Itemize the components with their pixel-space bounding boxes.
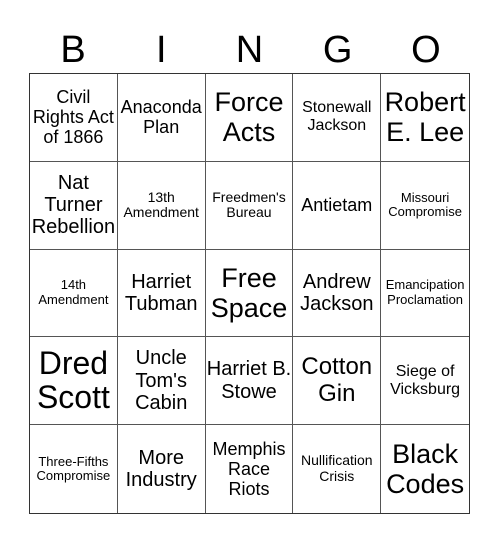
bingo-cell[interactable]: Stonewall Jackson: [293, 74, 382, 162]
bingo-cell[interactable]: Civil Rights Act of 1866: [30, 74, 118, 162]
bingo-cell[interactable]: Antietam: [293, 161, 382, 250]
bingo-cell[interactable]: Cotton Gin: [293, 337, 382, 426]
bingo-cell[interactable]: Freedmen's Bureau: [205, 161, 294, 250]
bingo-cell[interactable]: Anaconda Plan: [117, 74, 206, 162]
bingo-cell[interactable]: More Industry: [118, 425, 206, 513]
bingo-cell[interactable]: Siege of Vicksburg: [381, 337, 469, 426]
bingo-cell[interactable]: Harriet B. Stowe: [205, 337, 294, 426]
bingo-cell[interactable]: Three-Fifths Compromise: [30, 425, 118, 513]
bingo-cell[interactable]: Robert E. Lee: [381, 74, 469, 162]
bingo-cell[interactable]: 13th Amendment: [117, 161, 206, 250]
header-letter-i: I: [156, 29, 167, 71]
bingo-cell[interactable]: Uncle Tom's Cabin: [117, 337, 206, 426]
free-space-cell[interactable]: Free Space: [205, 249, 294, 338]
header-letter-b: B: [60, 29, 86, 71]
bingo-cell[interactable]: Nullification Crisis: [293, 425, 382, 513]
bingo-header: B I N G O: [29, 26, 470, 74]
header-letter-g: G: [322, 29, 353, 71]
bingo-cell[interactable]: Dred Scott: [30, 337, 118, 426]
bingo-cell[interactable]: Force Acts: [205, 74, 294, 162]
header-letter-o: O: [411, 29, 441, 71]
bingo-cell[interactable]: Missouri Compromise: [381, 162, 469, 250]
bingo-cell[interactable]: Memphis Race Riots: [206, 425, 294, 513]
bingo-cell[interactable]: Nat Turner Rebellion: [30, 161, 118, 250]
bingo-grid: Civil Rights Act of 1866 Anaconda Plan F…: [29, 73, 470, 514]
header-letter-n: N: [235, 29, 264, 71]
bingo-cell[interactable]: Andrew Jackson: [293, 249, 382, 338]
bingo-cell[interactable]: Emancipation Proclamation: [381, 250, 469, 338]
bingo-cell[interactable]: Harriet Tubman: [117, 249, 206, 338]
bingo-cell[interactable]: Black Codes: [381, 425, 469, 513]
bingo-cell[interactable]: 14th Amendment: [30, 249, 118, 338]
